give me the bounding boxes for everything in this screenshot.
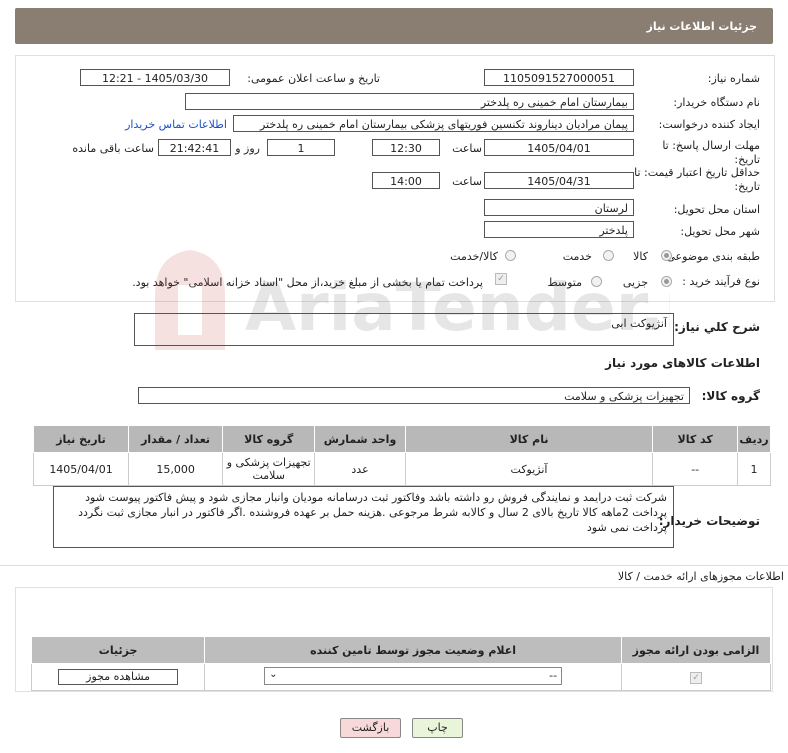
col-date: تاریخ نیاز	[32, 425, 130, 453]
cell-row: 1	[737, 452, 771, 486]
process-radio-minor[interactable]	[661, 276, 672, 287]
city-label: شهر محل تحویل:	[680, 225, 760, 238]
province-field: لرستان	[484, 199, 634, 216]
process-option-medium: متوسط	[547, 276, 582, 289]
permits-table-header: الزامی بودن ارائه مجوز اعلام وضعیت مجوز …	[30, 636, 772, 664]
remaining-time-label: ساعت باقی مانده	[72, 142, 154, 155]
view-permit-button[interactable]: مشاهده مجوز	[58, 669, 179, 685]
process-radio-medium[interactable]	[591, 276, 602, 287]
buyer-org-label: نام دستگاه خریدار:	[673, 96, 760, 109]
col-permit-details: جزئیات	[30, 636, 206, 664]
buyer-org-field: بیمارستان امام خمینی ره پلدختر	[185, 93, 634, 110]
creator-label: ایجاد کننده درخواست:	[658, 118, 760, 131]
col-row: ردیف	[737, 425, 771, 453]
deadline-date-field: 1405/04/01	[484, 139, 634, 156]
deadline-label: مهلت ارسال پاسخ: تا تاریخ:	[662, 139, 760, 166]
back-button[interactable]: بازگشت	[340, 718, 401, 738]
category-option-goods-service: کالا/خدمت	[450, 250, 498, 263]
permit-required-cell: ✓	[620, 663, 772, 691]
announce-date-field: 1405/03/30 - 12:21	[80, 69, 230, 86]
goods-group-field: تجهیزات پزشکی و سلامت	[138, 387, 690, 404]
page-header: جزئیات اطلاعات نیاز	[15, 8, 773, 44]
permit-status-cell: ⌄ --	[204, 663, 622, 691]
validity-date-field: 1405/04/31	[484, 172, 634, 189]
category-option-service: خدمت	[562, 250, 592, 263]
price-validity-label: حداقل تاریخ اعتبار قیمت: تا تاریخ:	[634, 166, 760, 193]
col-unit: واحد شمارش	[314, 425, 406, 453]
page-title: جزئیات اطلاعات نیاز	[646, 20, 758, 33]
permit-status-select[interactable]: ⌄ --	[264, 666, 563, 685]
col-qty: تعداد / مقدار	[128, 425, 224, 453]
validity-time-label: ساعت	[452, 175, 482, 188]
need-number-field: 1105091527000051	[484, 69, 634, 86]
col-group: گروه کالا	[222, 425, 316, 453]
treasury-payment-note: پرداخت تمام یا بخشی از مبلغ خرید،از محل …	[132, 276, 483, 289]
cell-qty: 15,000	[128, 452, 224, 486]
cell-name: آنژیوکت	[404, 452, 654, 486]
summary-textarea: آنژیوکت ابی	[134, 313, 674, 346]
permit-required-checkbox[interactable]: ✓	[689, 672, 702, 684]
category-radio-goods[interactable]	[661, 250, 672, 261]
col-permit-required: الزامی بودن ارائه مجوز	[620, 636, 772, 664]
cell-unit: عدد	[314, 452, 406, 486]
summary-label: شرح کلي نياز:	[674, 320, 760, 334]
col-permit-status: اعلام وضعیت مجوز توسط تامین کننده	[204, 636, 622, 664]
treasury-payment-checkbox[interactable]: ✓	[495, 273, 507, 285]
permits-divider	[0, 565, 788, 566]
table-row: 1 -- آنژیوکت عدد تجهیزات پزشکی و سلامت 1…	[32, 452, 771, 486]
buyer-notes-textarea: شرکت ثبت درایمد و نمایندگی فروش رو داشته…	[53, 486, 674, 548]
cell-date: 1405/04/01	[32, 452, 130, 486]
permit-status-value: --	[549, 668, 558, 682]
deadline-time-field: 12:30	[372, 139, 440, 156]
goods-info-title: اطلاعات کالاهای مورد نیاز	[605, 356, 760, 370]
days-label: روز و	[235, 142, 260, 155]
permits-table: الزامی بودن ارائه مجوز اعلام وضعیت مجوز …	[30, 636, 772, 691]
goods-table: ردیف کد کالا نام کالا واحد شمارش گروه کا…	[32, 425, 771, 486]
province-label: استان محل تحویل:	[673, 203, 760, 216]
category-label: طبقه بندی موضوعی:	[662, 250, 760, 263]
category-radio-goods-service[interactable]	[505, 250, 516, 261]
goods-group-label: گروه کالا:	[701, 389, 760, 403]
need-number-label: شماره نیاز:	[707, 72, 760, 85]
col-name: نام کالا	[404, 425, 654, 453]
permits-row: ✓ ⌄ -- مشاهده مجوز	[30, 663, 772, 691]
city-field: پلدختر	[484, 221, 634, 238]
cell-group: تجهیزات پزشکی و سلامت	[222, 452, 316, 486]
days-field: 1	[267, 139, 335, 156]
contact-info-link[interactable]: اطلاعات تماس خریدار	[125, 118, 227, 131]
process-label: نوع فرآیند خرید :	[682, 275, 760, 288]
permit-details-cell: مشاهده مجوز	[30, 663, 206, 691]
remaining-time-field: 21:42:41	[158, 139, 231, 156]
cell-code: --	[652, 452, 739, 486]
chevron-down-icon: ⌄	[269, 668, 278, 680]
goods-table-header: ردیف کد کالا نام کالا واحد شمارش گروه کا…	[32, 425, 771, 453]
announce-date-label: تاریخ و ساعت اعلان عمومی:	[247, 72, 380, 85]
category-radio-service[interactable]	[603, 250, 614, 261]
permits-title: اطلاعات مجوزهای ارائه خدمت / کالا	[617, 570, 784, 583]
creator-field: پیمان مرادیان دیناروند تکنسین فوریتهای پ…	[233, 115, 634, 132]
category-option-goods: کالا	[633, 250, 648, 263]
process-option-minor: جزیی	[622, 276, 648, 289]
deadline-time-label: ساعت	[452, 142, 482, 155]
print-button[interactable]: چاپ	[412, 718, 463, 738]
col-code: کد کالا	[652, 425, 739, 453]
validity-time-field: 14:00	[372, 172, 440, 189]
